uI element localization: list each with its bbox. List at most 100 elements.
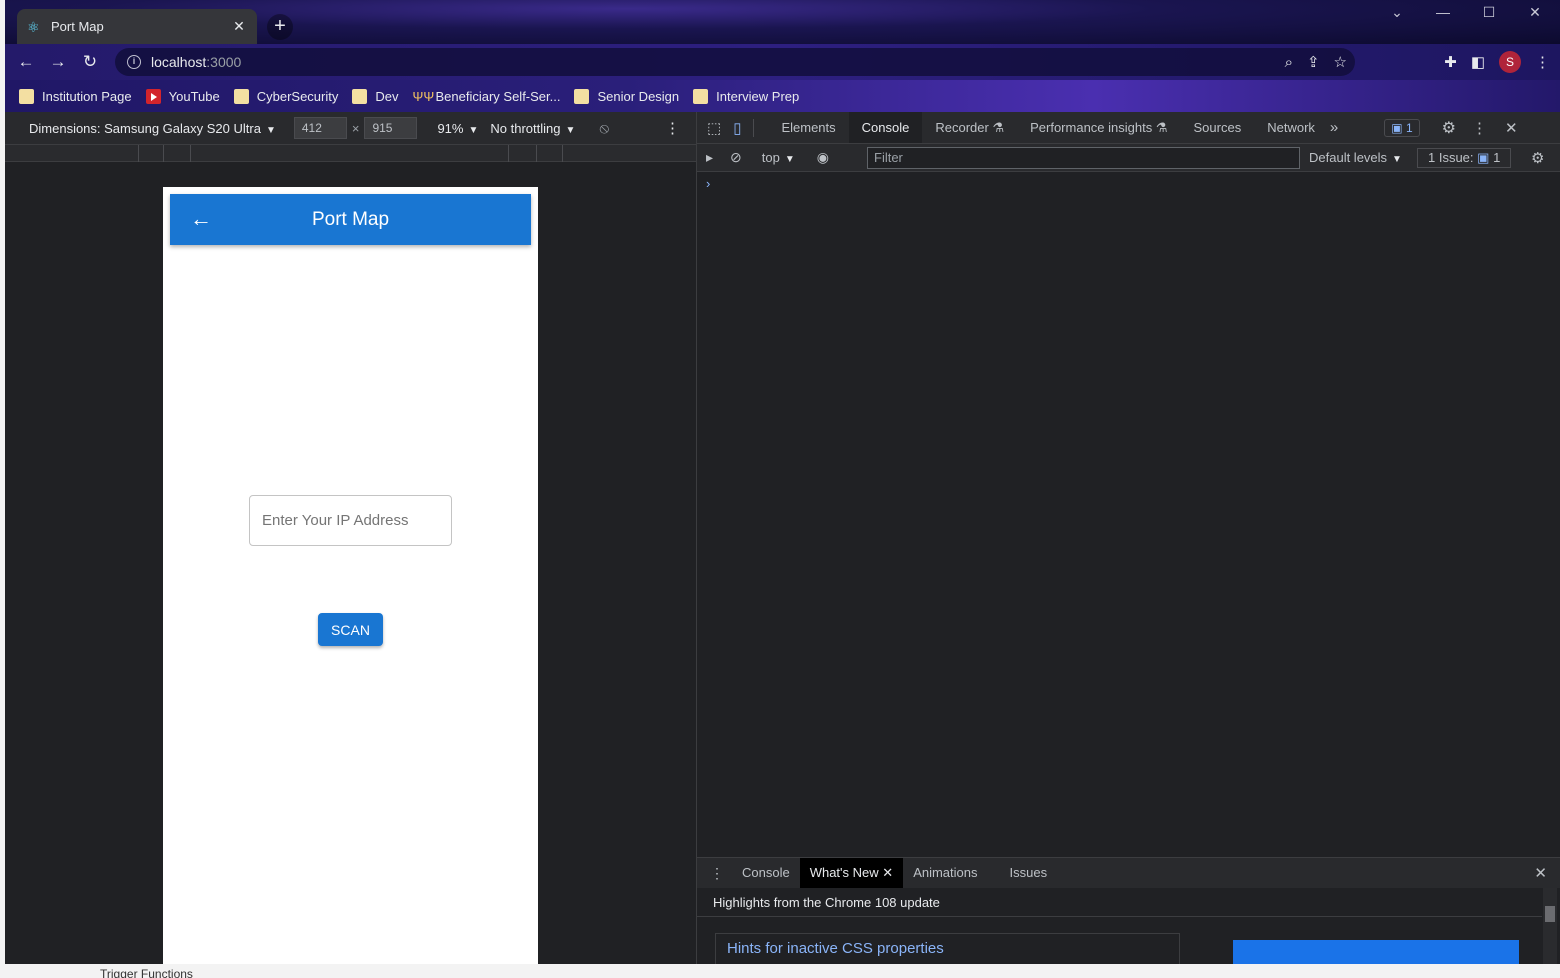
log-levels-select[interactable]: Default levels ▼ [1309, 150, 1402, 165]
tab-title: Port Map [51, 19, 104, 34]
flask-icon: ⚗ [1155, 120, 1168, 135]
feature-card[interactable]: Hints for inactive CSS properties [715, 933, 1180, 964]
console-issues-button[interactable]: 1 Issue: ▣ 1 [1417, 147, 1512, 168]
issues-badge[interactable]: ▣ 1 [1384, 118, 1420, 137]
close-tab-icon[interactable]: ✕ [231, 18, 247, 35]
minimize-icon[interactable]: — [1428, 4, 1458, 20]
bookmark-folder[interactable]: Interview Prep [693, 88, 799, 104]
settings-gear-icon[interactable]: ⚙ [1442, 118, 1456, 138]
folder-icon [693, 88, 709, 104]
drawer-tab-issues[interactable]: Issues [1000, 858, 1058, 888]
new-tab-button[interactable]: + [267, 14, 293, 40]
close-devtools-icon[interactable]: ✕ [1505, 119, 1518, 137]
eye-icon[interactable]: ◉ [817, 149, 829, 166]
phone-screen: ← Port Map SCAN [163, 187, 538, 964]
message-icon: ▣ [1477, 149, 1490, 165]
drawer-tabbar: ⋮ Console What's New ✕ Animations Issues… [697, 857, 1560, 888]
zoom-icon[interactable]: ⌕ [1285, 54, 1293, 71]
browser-toolbar: ← → ↻ i localhost:3000 ⌕ ⇪ ☆ ✚ ◧ S ⋮ [5, 44, 1560, 80]
back-arrow-icon[interactable]: ← [11, 47, 41, 77]
zoom-select[interactable]: 91% ▼ [437, 121, 478, 136]
drawer-tab-animations[interactable]: Animations [903, 858, 987, 888]
close-drawer-icon[interactable]: ✕ [1534, 864, 1547, 882]
bookmark-folder[interactable]: Senior Design [574, 88, 679, 104]
media-query-ruler [5, 144, 696, 162]
device-more-icon[interactable]: ⋮ [665, 119, 680, 137]
drawer-scrollbar[interactable] [1543, 888, 1557, 964]
browser-tab[interactable]: ⚛ Port Map ✕ [17, 9, 257, 44]
throttling-select[interactable]: No throttling ▼ [490, 121, 575, 136]
bookmark-folder[interactable]: CyberSecurity [233, 88, 338, 104]
more-tabs-icon[interactable]: » [1330, 119, 1338, 136]
app-title: Port Map [311, 208, 390, 230]
rotate-icon[interactable]: ⦸ [599, 120, 609, 137]
maximize-icon[interactable]: ☐ [1474, 4, 1504, 21]
tab-network[interactable]: Network [1254, 112, 1328, 143]
context-select[interactable]: top ▼ [762, 150, 795, 165]
site-info-icon[interactable]: i [127, 55, 141, 69]
folder-icon [233, 88, 249, 104]
feature-card-title[interactable]: Hints for inactive CSS properties [727, 940, 944, 957]
background-text: Trigger Functions [100, 967, 193, 978]
bookmark-item[interactable]: YouTube [145, 88, 220, 104]
tab-search-icon[interactable]: ⌄ [1382, 4, 1412, 21]
clear-console-icon[interactable]: ⊘ [730, 149, 742, 166]
youtube-icon [145, 88, 161, 104]
times-icon: × [351, 120, 360, 136]
address-bar[interactable]: i localhost:3000 ⌕ ⇪ ☆ [115, 48, 1355, 76]
close-window-icon[interactable]: ✕ [1520, 4, 1550, 21]
ip-address-input[interactable] [249, 495, 452, 546]
whats-new-heading: Highlights from the Chrome 108 update [713, 895, 940, 910]
inspect-element-icon[interactable]: ⬚ [707, 119, 721, 137]
sidebar-toggle-icon[interactable]: ▸ [706, 149, 713, 166]
drawer-tab-whats-new[interactable]: What's New ✕ [799, 858, 904, 888]
profile-avatar[interactable]: S [1499, 51, 1521, 73]
device-toggle-icon[interactable]: ▯ [733, 119, 741, 137]
forward-arrow-icon[interactable]: → [43, 47, 73, 77]
back-arrow-icon[interactable]: ← [190, 206, 212, 232]
console-filter-input[interactable]: Filter [867, 147, 1300, 169]
reload-icon[interactable]: ↻ [75, 47, 105, 77]
bookmark-star-icon[interactable]: ☆ [1334, 53, 1347, 71]
scan-button[interactable]: SCAN [318, 613, 383, 646]
react-icon: ⚛ [27, 18, 40, 35]
side-panel-icon[interactable]: ◧ [1471, 53, 1485, 71]
emulated-viewport: ← Port Map SCAN [5, 162, 696, 964]
bookmark-item[interactable]: ΨΨ Beneficiary Self-Ser... [412, 89, 560, 104]
menu-kebab-icon[interactable]: ⋮ [1535, 53, 1550, 71]
url-port: :3000 [206, 54, 242, 70]
console-prompt-icon: › [706, 176, 711, 191]
feature-image [1233, 940, 1519, 964]
message-icon: ▣ [1391, 120, 1403, 135]
device-dimensions-select[interactable]: Dimensions: Samsung Galaxy S20 Ultra ▼ [29, 121, 276, 136]
bookmark-page-icon [19, 88, 34, 104]
bookmark-item[interactable]: Institution Page [19, 88, 132, 104]
folder-icon [574, 88, 590, 104]
drawer-tab-console[interactable]: Console [732, 858, 800, 888]
device-toolbar: Dimensions: Samsung Galaxy S20 Ultra ▼ 41… [5, 112, 696, 144]
bookmark-folder[interactable]: Dev [352, 88, 398, 104]
title-bar: ⚛ Port Map ✕ + ⌄ — ☐ ✕ [5, 0, 1560, 44]
devtools-menu-icon[interactable]: ⋮ [1472, 119, 1487, 137]
bookmarks-bar: Institution Page YouTube CyberSecurity D… [5, 80, 1560, 112]
flask-icon: ⚗ [992, 120, 1005, 135]
console-output[interactable]: › [697, 172, 1560, 857]
device-height-input[interactable]: 915 [364, 117, 418, 139]
tab-recorder[interactable]: Recorder ⚗ [922, 112, 1017, 143]
drawer-menu-icon[interactable]: ⋮ [710, 865, 724, 882]
url-host: localhost [151, 54, 207, 70]
tab-console[interactable]: Console [848, 112, 923, 143]
fork-icon: ΨΨ [412, 88, 435, 104]
extensions-icon[interactable]: ✚ [1444, 53, 1457, 71]
tab-performance-insights[interactable]: Performance insights ⚗ [1017, 112, 1180, 143]
close-tab-icon[interactable]: ✕ [882, 865, 893, 880]
tab-elements[interactable]: Elements [768, 112, 848, 143]
console-toolbar: ▸ ⊘ top ▼ ◉ Filter Default levels ▼ 1 Issu… [697, 144, 1560, 172]
app-bar: ← Port Map [170, 194, 531, 245]
tab-sources[interactable]: Sources [1181, 112, 1255, 143]
console-settings-icon[interactable]: ⚙ [1531, 149, 1544, 167]
device-width-input[interactable]: 412 [293, 117, 347, 139]
background-window-strip: Trigger Functions [0, 964, 1560, 978]
share-icon[interactable]: ⇪ [1307, 53, 1320, 71]
whats-new-panel: Highlights from the Chrome 108 update Hi… [697, 888, 1560, 964]
